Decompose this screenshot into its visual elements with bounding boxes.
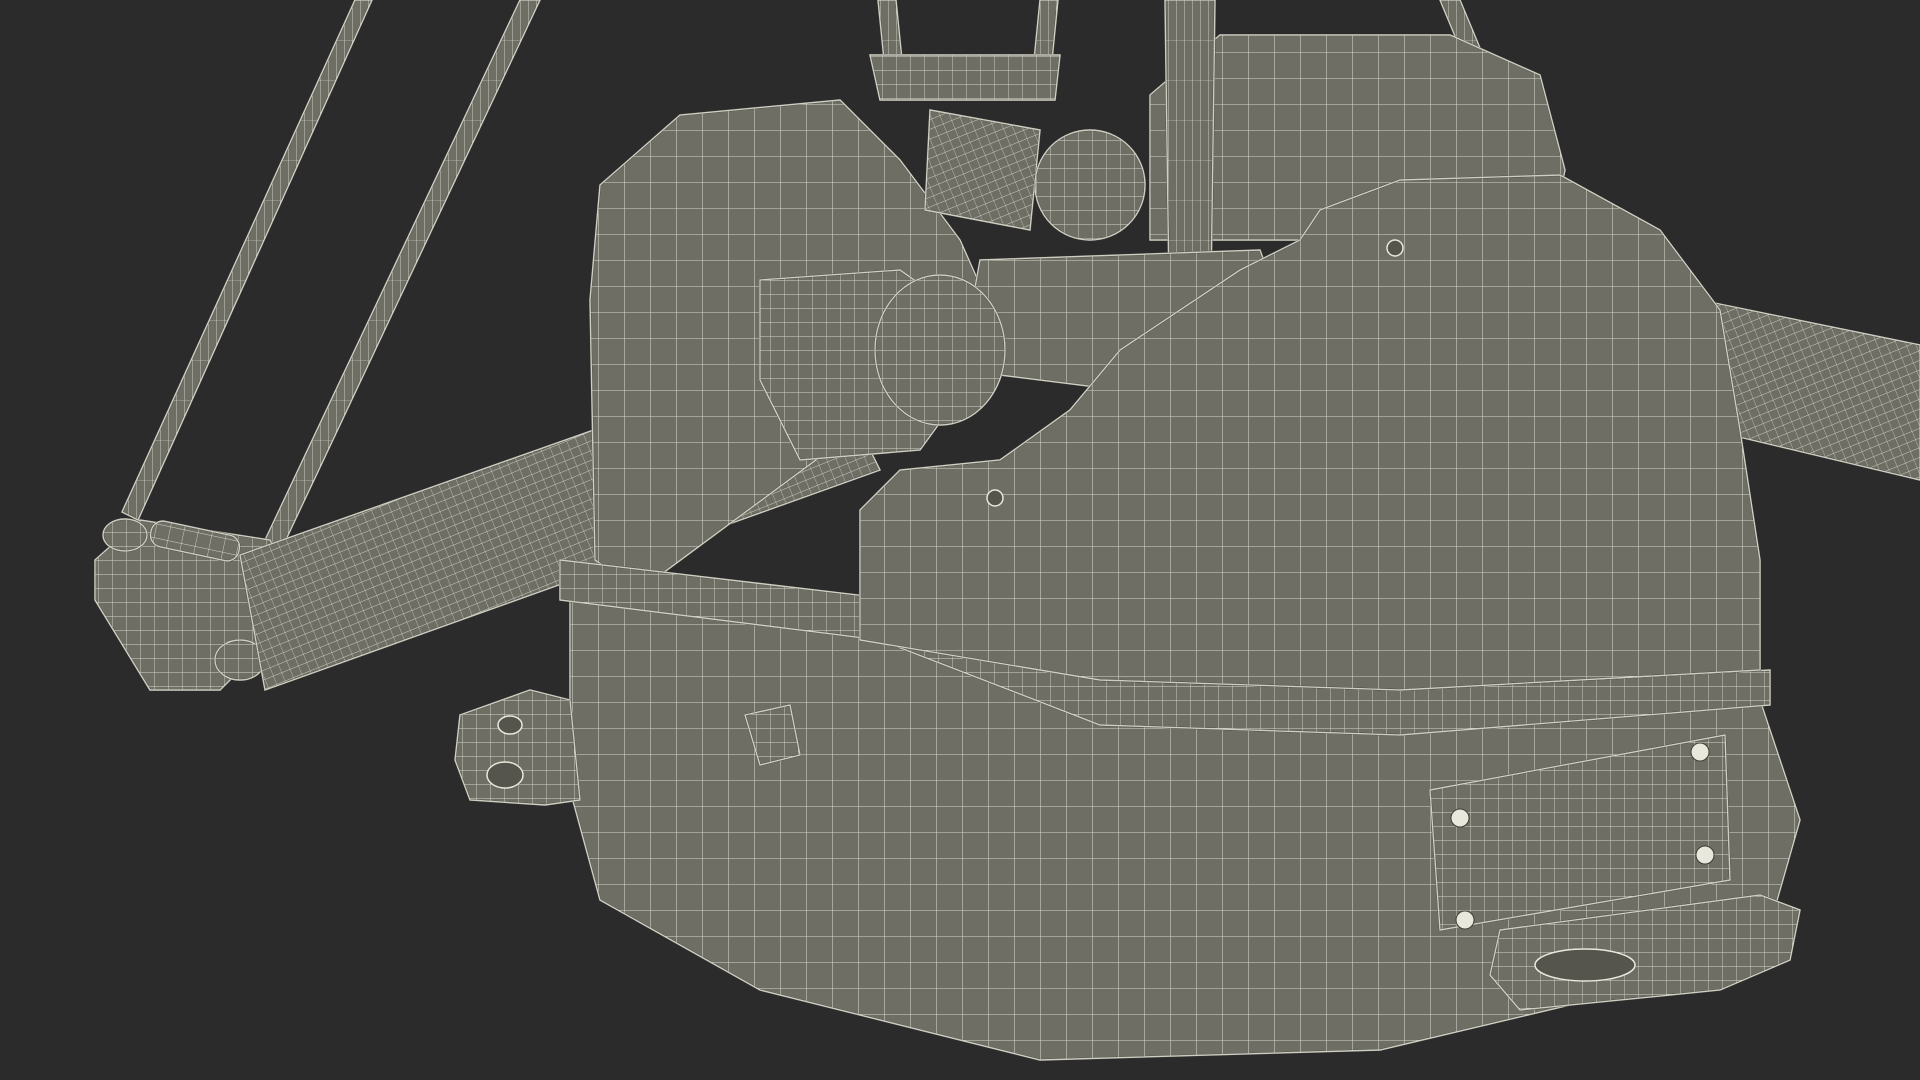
left-elbow-joint bbox=[759, 268, 1006, 462]
left-mounting-tab bbox=[453, 688, 582, 807]
upper-connector-tube bbox=[923, 108, 1146, 241]
left-support-rods bbox=[120, 0, 542, 550]
viewport bbox=[0, 0, 1920, 1080]
front-dome bbox=[859, 173, 1761, 692]
wireframe-render bbox=[94, 0, 1920, 1062]
